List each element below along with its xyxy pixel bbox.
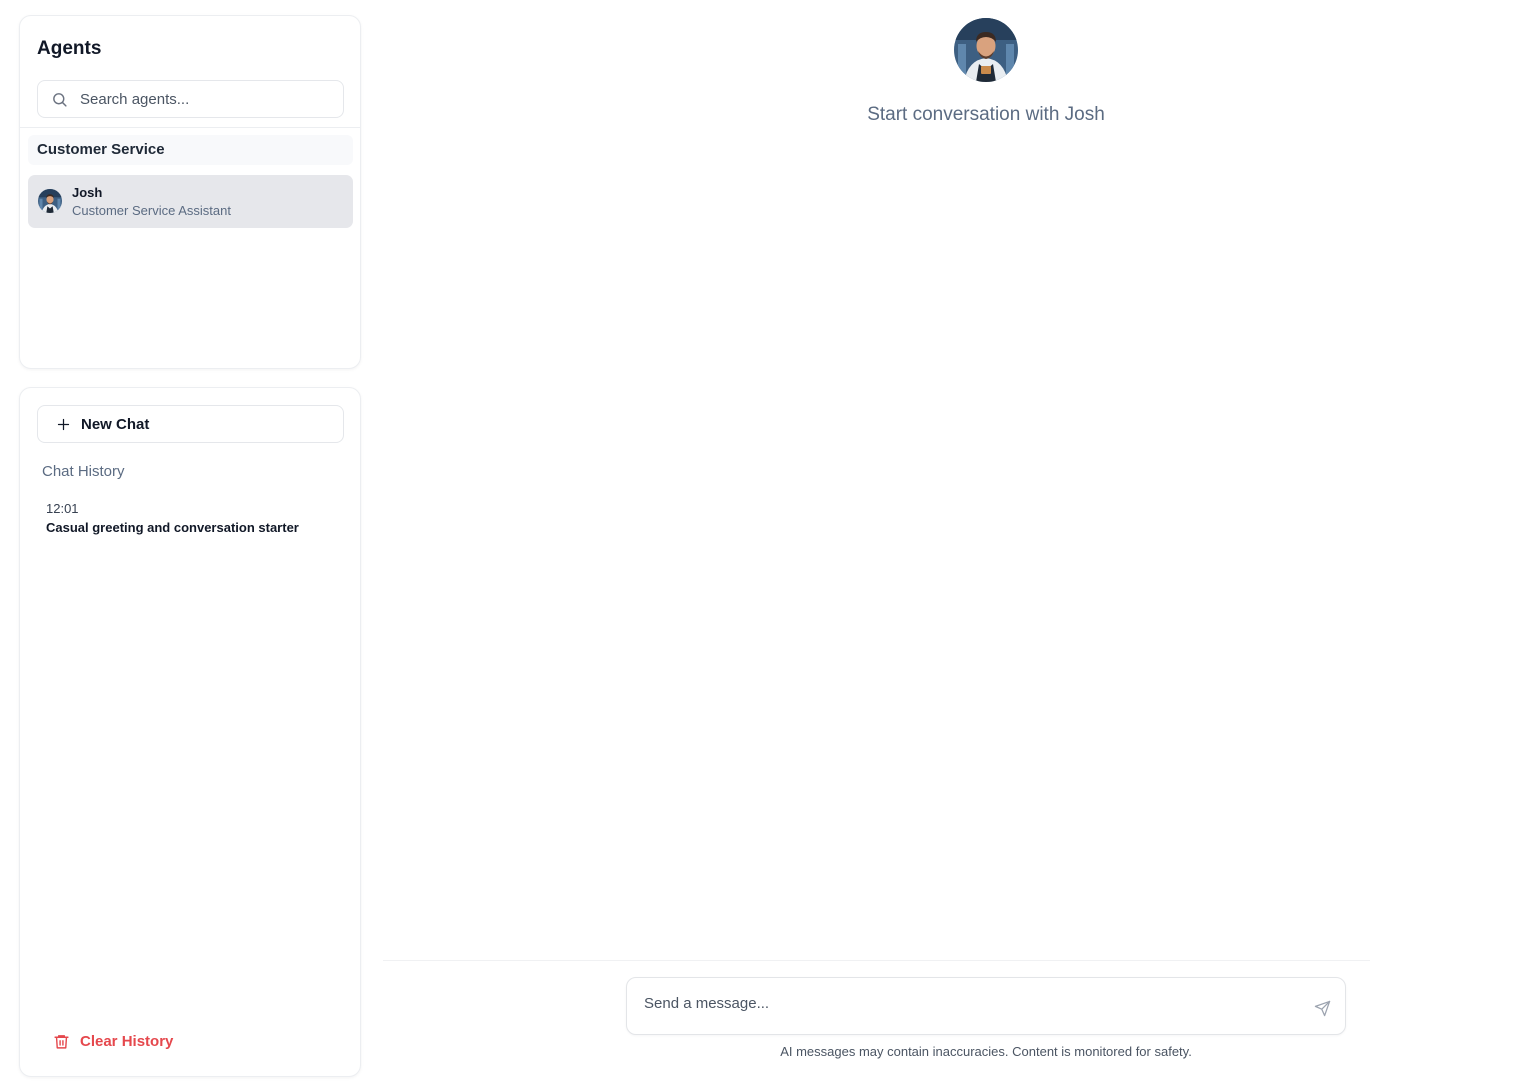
chat-history-title: Chat History: [42, 463, 125, 480]
plus-icon: [57, 418, 70, 431]
agent-role: Customer Service Assistant: [72, 203, 231, 218]
history-panel: New Chat Chat History 12:01 Casual greet…: [19, 387, 361, 1077]
avatar: [38, 189, 62, 213]
message-composer[interactable]: [626, 977, 1346, 1035]
ai-disclaimer: AI messages may contain inaccuracies. Co…: [780, 1044, 1192, 1059]
new-chat-label: New Chat: [81, 416, 150, 433]
agent-avatar-large: [954, 18, 1018, 82]
clear-history-button[interactable]: Clear History: [53, 1029, 173, 1053]
trash-icon: [54, 1034, 69, 1049]
clear-history-label: Clear History: [80, 1032, 174, 1050]
send-icon: [1314, 1000, 1330, 1016]
divider: [383, 960, 1370, 961]
search-box[interactable]: [37, 80, 344, 118]
search-icon: [53, 93, 67, 107]
history-item[interactable]: 12:01 Casual greeting and conversation s…: [37, 494, 344, 540]
conversation-title: Start conversation with Josh: [867, 104, 1105, 125]
search-input[interactable]: [80, 81, 335, 117]
agent-name: Josh: [72, 185, 103, 200]
app-root: Agents Customer Service: [0, 0, 1520, 1083]
history-item-title: Casual greeting and conversation starter: [46, 520, 299, 535]
agent-item-josh[interactable]: Josh Customer Service Assistant: [28, 175, 353, 228]
message-input[interactable]: [644, 991, 1284, 1015]
send-button[interactable]: [1310, 996, 1334, 1020]
agents-title: Agents: [37, 38, 102, 59]
history-item-time: 12:01: [46, 501, 79, 516]
divider: [20, 127, 360, 128]
agent-group-header: Customer Service: [28, 135, 353, 165]
agents-panel: Agents Customer Service: [19, 15, 361, 369]
new-chat-button[interactable]: New Chat: [37, 405, 344, 443]
